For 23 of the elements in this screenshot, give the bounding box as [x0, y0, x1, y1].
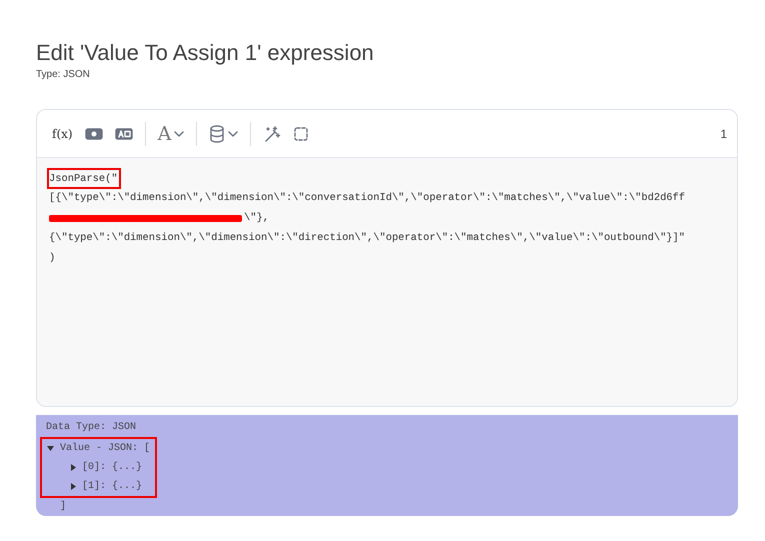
- data-type-label: Data Type: JSON: [46, 421, 138, 435]
- tree-node[interactable]: [0]: {...}: [47, 458, 150, 477]
- closing-bracket: ]: [59, 500, 68, 514]
- banknote-icon: [84, 126, 103, 140]
- tree-node[interactable]: Value - JSON: [: [47, 439, 150, 458]
- code-line: JsonParse(": [49, 170, 119, 186]
- id-card-icon: [114, 126, 133, 140]
- code-line: ): [49, 252, 56, 264]
- tree-node[interactable]: [1]: {...}: [47, 477, 150, 496]
- chevron-down-icon: [228, 130, 238, 136]
- magic-wand-icon: [263, 124, 282, 142]
- line-count: 1: [720, 126, 727, 140]
- database-icon: [209, 124, 226, 142]
- code-editor[interactable]: [37, 158, 737, 406]
- code-line: {\"type\":\"dimension\",\"dimension\":\"direction\",\"operator\":\"matches\",\"value\":\"outbound\"}]": [49, 232, 686, 244]
- selection-icon: [293, 126, 310, 142]
- function-button[interactable]: f(x): [49, 124, 76, 142]
- code-line: [{\"type\":\"dimension\",\"dimension\":\"conversationId\",\"operator\":\"matches\",\"value\":\"bd2d6ff: [49, 192, 686, 204]
- code-line: \"},: [244, 212, 269, 224]
- chevron-down-icon: [174, 130, 184, 136]
- type-label: Type: JSON: [36, 69, 91, 80]
- font-dropdown[interactable]: A: [154, 122, 188, 146]
- dialog-title: Edit 'Value To Assign 1' expression: [36, 40, 375, 66]
